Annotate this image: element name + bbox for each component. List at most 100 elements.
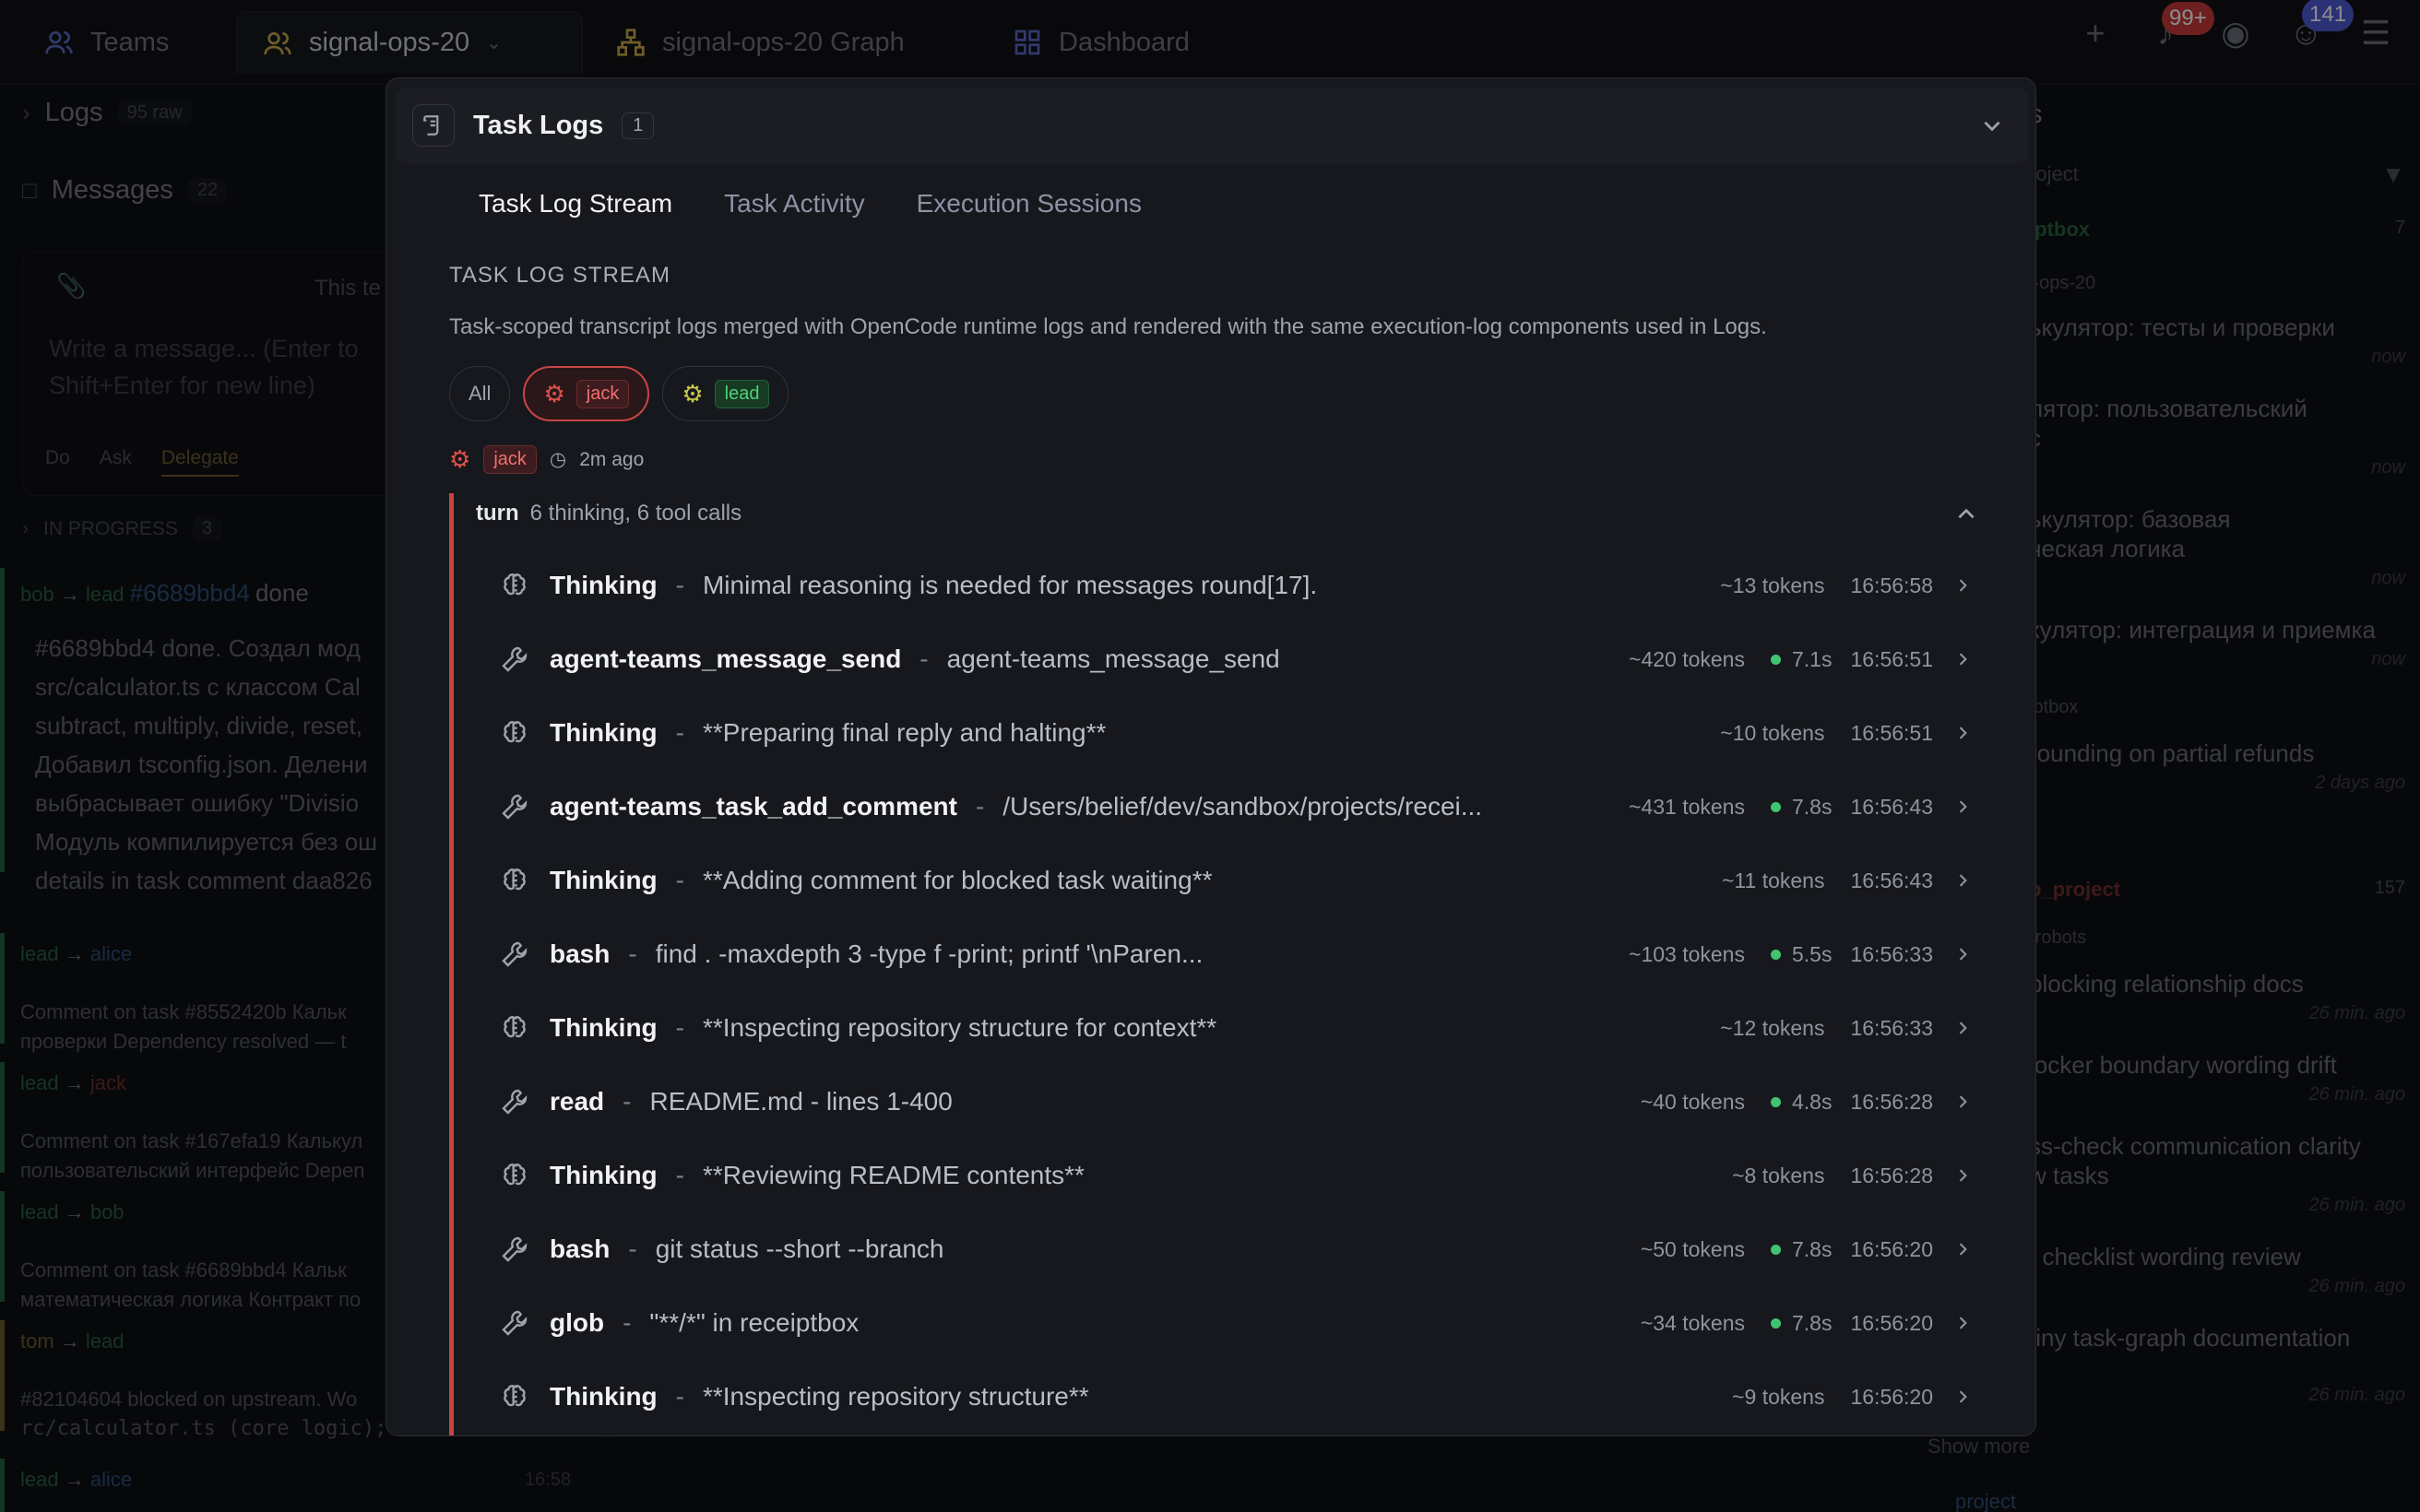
turn-block: turn 6 thinking, 6 tool calls Thinking - … bbox=[449, 493, 1980, 1435]
member-tag: jack bbox=[483, 445, 537, 474]
log-entry[interactable]: agent-teams_task_add_comment - /Users/be… bbox=[500, 770, 1972, 844]
entry-detail: **Inspecting repository structure for co… bbox=[702, 1013, 1217, 1042]
chevron-right-icon[interactable] bbox=[1953, 1240, 1972, 1258]
log-entry[interactable]: read - README.md - lines 1-400 ~40 token… bbox=[500, 1065, 1972, 1139]
chevron-up-icon[interactable] bbox=[1954, 502, 1978, 526]
tab-execution-sessions[interactable]: Execution Sessions bbox=[917, 189, 1142, 219]
entry-tokens: ~420 tokens bbox=[1629, 646, 1745, 671]
modal-title: Task Logs bbox=[473, 110, 604, 140]
chevron-down-icon[interactable] bbox=[1980, 113, 2004, 137]
chevron-right-icon[interactable] bbox=[1953, 945, 1972, 963]
log-entry[interactable]: agent-teams_message_send - agent-teams_m… bbox=[500, 622, 1972, 696]
log-entry[interactable]: Thinking - **Preparing final reply and h… bbox=[500, 696, 1972, 770]
entry-separator: - bbox=[675, 1013, 684, 1042]
chevron-right-icon[interactable] bbox=[1953, 724, 1972, 742]
modal-header[interactable]: Task Logs 1 bbox=[396, 88, 2028, 163]
entry-name: glob bbox=[550, 1308, 605, 1337]
entry-detail: git status --short --branch bbox=[655, 1234, 944, 1263]
log-entry[interactable]: bash - find . -maxdepth 3 -type f -print… bbox=[500, 917, 1972, 991]
entry-tokens: ~103 tokens bbox=[1629, 941, 1745, 966]
turn-header[interactable]: turn 6 thinking, 6 tool calls bbox=[476, 501, 741, 526]
entry-separator: - bbox=[675, 571, 684, 599]
entry-detail: agent-teams_message_send bbox=[946, 644, 1280, 673]
brain-icon bbox=[500, 866, 529, 895]
section-label: TASK LOG STREAM bbox=[449, 263, 670, 288]
entry-separator: - bbox=[919, 644, 929, 673]
entry-tokens: ~50 tokens bbox=[1640, 1236, 1745, 1261]
entry-name: bash bbox=[550, 1234, 611, 1263]
chevron-right-icon[interactable] bbox=[1953, 797, 1972, 816]
filter-all-label: All bbox=[469, 382, 492, 405]
status-dot bbox=[1770, 1096, 1781, 1107]
entry-meta: ~8 tokens 16:56:28 bbox=[1732, 1139, 1972, 1212]
entry-tokens: ~11 tokens bbox=[1722, 868, 1825, 892]
entry-tokens: ~9 tokens bbox=[1732, 1384, 1825, 1409]
log-entry[interactable]: Thinking - Minimal reasoning is needed f… bbox=[500, 549, 1972, 622]
entry-meta: ~431 tokens 7.8s 16:56:43 bbox=[1629, 770, 1972, 844]
entry-separator: - bbox=[628, 1234, 637, 1263]
entry-name: Thinking bbox=[550, 1161, 658, 1189]
entry-time: 16:56:28 bbox=[1850, 1089, 1933, 1114]
entry-name: agent-teams_message_send bbox=[550, 644, 902, 673]
log-time: 2m ago bbox=[579, 448, 645, 470]
entry-detail: /Users/belief/dev/sandbox/projects/recei… bbox=[1002, 792, 1483, 821]
entry-time: 16:56:51 bbox=[1850, 646, 1933, 671]
filter-jack[interactable]: ⚙ jack bbox=[523, 366, 650, 421]
entry-time: 16:56:20 bbox=[1850, 1310, 1933, 1335]
log-tabs: Task Log Stream Task Activity Execution … bbox=[479, 189, 1142, 219]
entry-time: 16:56:20 bbox=[1850, 1236, 1933, 1261]
entry-detail: README.md - lines 1-400 bbox=[649, 1087, 953, 1116]
entry-meta: ~10 tokens 16:56:51 bbox=[1720, 696, 1972, 770]
wrench-icon bbox=[500, 1087, 529, 1116]
chevron-right-icon[interactable] bbox=[1953, 1019, 1972, 1037]
section-description: Task-scoped transcript logs merged with … bbox=[449, 314, 1767, 339]
entry-meta: ~103 tokens 5.5s 16:56:33 bbox=[1629, 917, 1972, 991]
log-entry[interactable]: glob - "**/*" in receiptbox ~34 tokens 7… bbox=[500, 1286, 1972, 1360]
entry-tokens: ~40 tokens bbox=[1640, 1089, 1745, 1114]
entry-detail: **Reviewing README contents** bbox=[702, 1161, 1085, 1189]
entry-detail: **Adding comment for blocked task waitin… bbox=[702, 866, 1213, 894]
entry-detail: **Preparing final reply and halting** bbox=[702, 718, 1107, 747]
entry-duration: 7.8s bbox=[1791, 794, 1833, 819]
entry-meta: ~12 tokens 16:56:33 bbox=[1720, 991, 1972, 1065]
chevron-right-icon[interactable] bbox=[1953, 1093, 1972, 1111]
filter-lead[interactable]: ⚙ lead bbox=[662, 366, 789, 421]
tab-task-log-stream[interactable]: Task Log Stream bbox=[479, 189, 672, 219]
log-entry[interactable]: Thinking - **Reviewing README contents**… bbox=[500, 1139, 1972, 1212]
status-dot bbox=[1770, 654, 1781, 665]
wrench-icon bbox=[500, 792, 529, 821]
entry-time: 16:56:20 bbox=[1850, 1384, 1933, 1409]
log-entry[interactable]: Thinking - **Adding comment for blocked … bbox=[500, 844, 1972, 917]
entry-name: bash bbox=[550, 939, 611, 968]
chevron-right-icon[interactable] bbox=[1953, 576, 1972, 595]
entry-time: 16:56:58 bbox=[1850, 573, 1933, 597]
modal-count: 1 bbox=[622, 112, 655, 139]
wrench-icon bbox=[500, 939, 529, 969]
turn-summary: 6 thinking, 6 tool calls bbox=[529, 501, 742, 526]
robot-icon: ⚙ bbox=[449, 445, 471, 473]
entry-name: Thinking bbox=[550, 1382, 658, 1411]
entry-duration: 7.8s bbox=[1791, 1310, 1833, 1335]
entry-detail: "**/*" in receiptbox bbox=[649, 1308, 860, 1337]
log-entry[interactable]: Thinking - **Inspecting repository struc… bbox=[500, 991, 1972, 1065]
chevron-right-icon[interactable] bbox=[1953, 1314, 1972, 1332]
entry-meta: ~34 tokens 7.8s 16:56:20 bbox=[1641, 1286, 1972, 1360]
log-entry[interactable]: Thinking - **Inspecting repository struc… bbox=[500, 1360, 1972, 1434]
tab-task-activity[interactable]: Task Activity bbox=[724, 189, 864, 219]
log-entry[interactable]: bash - git status --short --branch ~50 t… bbox=[500, 1212, 1972, 1286]
status-dot bbox=[1770, 801, 1781, 812]
entry-meta: ~50 tokens 7.8s 16:56:20 bbox=[1641, 1212, 1972, 1286]
robot-icon: ⚙ bbox=[543, 379, 565, 408]
entry-duration: 7.1s bbox=[1791, 646, 1833, 671]
chevron-right-icon[interactable] bbox=[1953, 1388, 1972, 1406]
entry-tokens: ~10 tokens bbox=[1720, 720, 1825, 745]
chevron-right-icon[interactable] bbox=[1953, 871, 1972, 890]
chevron-right-icon[interactable] bbox=[1953, 650, 1972, 668]
entry-time: 16:56:28 bbox=[1850, 1163, 1933, 1187]
member-tag: lead bbox=[714, 379, 770, 408]
log-entries: Thinking - Minimal reasoning is needed f… bbox=[500, 549, 1972, 1434]
wrench-icon bbox=[500, 1308, 529, 1338]
filter-all[interactable]: All bbox=[449, 366, 511, 421]
member-filters: All ⚙ jack ⚙ lead bbox=[449, 366, 789, 421]
chevron-right-icon[interactable] bbox=[1953, 1166, 1972, 1185]
